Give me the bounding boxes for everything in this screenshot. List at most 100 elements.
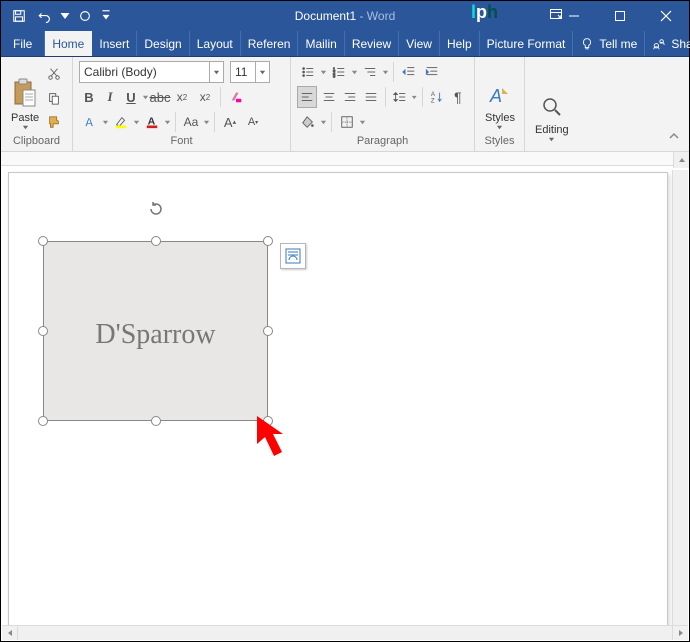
chevron-down-icon[interactable] <box>255 62 269 82</box>
text-effects-button[interactable]: A <box>79 111 101 133</box>
rotate-handle[interactable] <box>146 199 166 219</box>
tab-insert[interactable]: Insert <box>92 31 137 56</box>
change-case-button[interactable]: Aa <box>180 111 202 133</box>
tab-layout[interactable]: Layout <box>190 31 241 56</box>
tab-help[interactable]: Help <box>440 31 480 56</box>
qat-customize-icon[interactable] <box>99 4 113 28</box>
lightbulb-icon <box>580 37 594 51</box>
chevron-down-icon[interactable] <box>359 119 366 126</box>
chevron-down-icon[interactable] <box>142 94 149 101</box>
tab-home[interactable]: Home <box>45 31 92 56</box>
resize-handle-s[interactable] <box>151 416 161 426</box>
bullets-button[interactable] <box>297 61 319 83</box>
cut-button[interactable] <box>43 63 65 85</box>
annotation-arrow <box>255 414 299 466</box>
app-suffix: - Word <box>356 9 395 23</box>
close-button[interactable] <box>643 1 689 31</box>
styles-button[interactable]: A Styles <box>481 61 519 133</box>
ribbon-display-options-icon[interactable] <box>549 7 563 24</box>
align-center-button[interactable] <box>318 86 338 108</box>
font-size-combo[interactable]: 11 <box>230 61 270 83</box>
highlight-button[interactable] <box>110 111 132 133</box>
chevron-down-icon[interactable] <box>351 69 358 76</box>
resize-handle-n[interactable] <box>151 236 161 246</box>
chevron-down-icon[interactable] <box>411 94 417 101</box>
tab-file[interactable]: File <box>1 31 45 56</box>
scroll-up-button[interactable] <box>673 152 689 168</box>
resize-handle-ne[interactable] <box>263 236 273 246</box>
resize-handle-sw[interactable] <box>38 416 48 426</box>
clear-formatting-button[interactable] <box>225 86 247 108</box>
chevron-down-icon <box>548 136 555 143</box>
svg-text:A: A <box>85 115 94 129</box>
justify-button[interactable] <box>361 86 381 108</box>
horizontal-scrollbar[interactable] <box>2 625 688 640</box>
italic-button[interactable]: I <box>100 86 120 108</box>
align-left-button[interactable] <box>297 86 317 108</box>
layout-options-button[interactable] <box>280 243 306 269</box>
show-hide-marks-button[interactable]: ¶ <box>448 86 468 108</box>
chevron-down-icon[interactable] <box>102 119 109 126</box>
bold-button[interactable]: B <box>79 86 99 108</box>
line-spacing-button[interactable] <box>390 86 410 108</box>
collapse-ribbon-button[interactable] <box>663 125 685 147</box>
superscript-button[interactable]: x2 <box>194 86 216 108</box>
chevron-down-icon[interactable] <box>320 119 327 126</box>
chevron-down-icon[interactable] <box>164 119 171 126</box>
document-canvas[interactable]: D'Sparrow <box>2 170 688 625</box>
strikethrough-button[interactable]: abc <box>150 86 170 108</box>
shading-button[interactable] <box>297 111 319 133</box>
numbering-button[interactable]: 123 <box>328 61 350 83</box>
copy-button[interactable] <box>43 87 65 109</box>
scroll-left-button[interactable] <box>2 626 18 640</box>
paste-button[interactable]: Paste <box>7 61 43 133</box>
underline-button[interactable]: U <box>121 86 141 108</box>
resize-handle-se[interactable] <box>263 416 273 426</box>
tab-review[interactable]: Review <box>345 31 399 56</box>
increase-indent-button[interactable] <box>421 61 443 83</box>
tab-view[interactable]: View <box>399 31 440 56</box>
vertical-scrollbar[interactable] <box>672 170 688 625</box>
share-button[interactable]: Share <box>645 31 690 56</box>
ribbon: Paste Clipboard Calibri (Body) 11 <box>1 57 689 152</box>
format-painter-button[interactable] <box>43 111 65 133</box>
font-color-button[interactable]: A <box>141 111 163 133</box>
chevron-down-icon[interactable] <box>133 119 140 126</box>
align-right-button[interactable] <box>340 86 360 108</box>
tab-picture-format[interactable]: Picture Format <box>480 31 574 56</box>
shrink-font-button[interactable]: A▾ <box>242 111 264 133</box>
overlay-watermark: lph <box>471 2 498 24</box>
signature-image[interactable]: D'Sparrow <box>43 241 268 421</box>
save-icon[interactable] <box>7 4 31 28</box>
tab-design[interactable]: Design <box>137 31 189 56</box>
chevron-down-icon[interactable] <box>209 62 223 82</box>
decrease-indent-button[interactable] <box>398 61 420 83</box>
resize-handle-e[interactable] <box>263 326 273 336</box>
scroll-right-button[interactable] <box>672 626 688 640</box>
svg-text:A: A <box>489 86 502 106</box>
tab-references[interactable]: Referen <box>241 31 299 56</box>
chevron-down-icon[interactable] <box>203 119 210 126</box>
sort-button[interactable]: AZ <box>427 86 447 108</box>
multilevel-list-button[interactable] <box>359 61 381 83</box>
font-group-label: Font <box>73 133 290 151</box>
selected-picture[interactable]: D'Sparrow <box>43 241 268 421</box>
chevron-down-icon[interactable] <box>320 69 327 76</box>
chevron-down-icon[interactable] <box>382 69 389 76</box>
page[interactable]: D'Sparrow <box>8 172 668 625</box>
font-name-value: Calibri (Body) <box>80 65 209 79</box>
tell-me-search[interactable]: Tell me <box>573 31 645 56</box>
undo-icon[interactable] <box>33 4 57 28</box>
resize-handle-nw[interactable] <box>38 236 48 246</box>
paste-icon <box>12 78 38 110</box>
subscript-button[interactable]: x2 <box>171 86 193 108</box>
tab-mailings[interactable]: Mailin <box>298 31 344 56</box>
font-name-combo[interactable]: Calibri (Body) <box>79 61 224 83</box>
maximize-button[interactable] <box>597 1 643 31</box>
redo-icon[interactable] <box>73 4 97 28</box>
grow-font-button[interactable]: A▴ <box>219 111 241 133</box>
undo-dropdown-icon[interactable] <box>59 4 71 28</box>
resize-handle-w[interactable] <box>38 326 48 336</box>
borders-button[interactable] <box>336 111 358 133</box>
editing-button[interactable]: Editing <box>531 61 573 145</box>
